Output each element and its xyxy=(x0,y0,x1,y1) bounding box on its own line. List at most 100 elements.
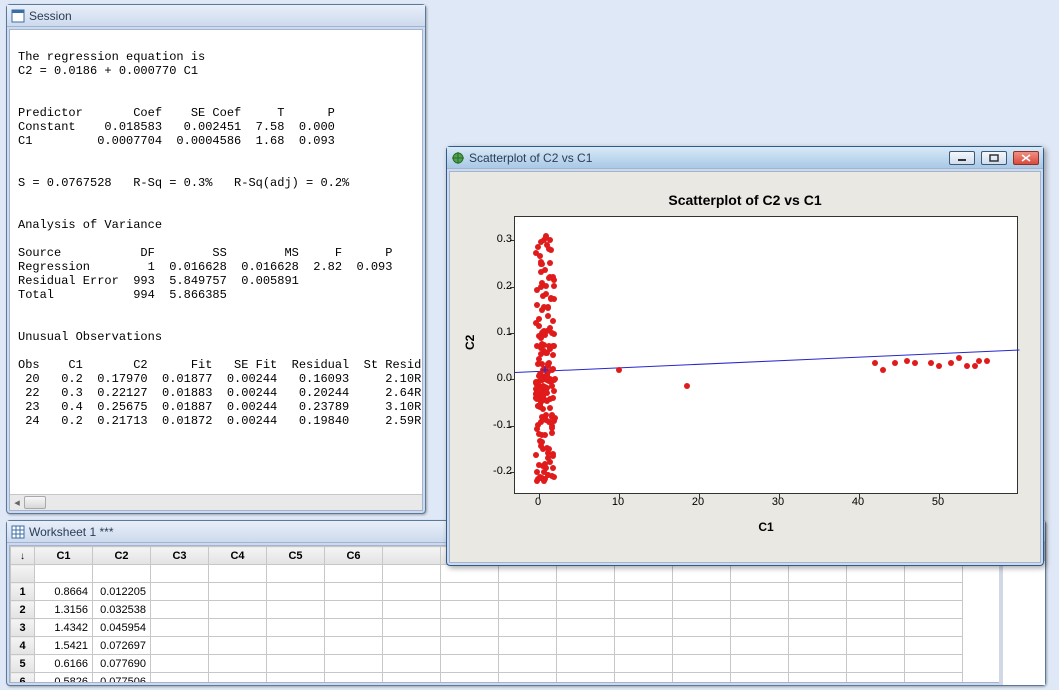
cell[interactable] xyxy=(383,601,441,619)
cell[interactable] xyxy=(383,673,441,684)
cell[interactable]: 0.072697 xyxy=(93,637,151,655)
cell[interactable] xyxy=(847,619,905,637)
cell[interactable]: 1.3156 xyxy=(35,601,93,619)
cell[interactable] xyxy=(151,583,209,601)
cell[interactable] xyxy=(151,637,209,655)
cell[interactable] xyxy=(731,637,789,655)
cell[interactable] xyxy=(673,673,731,684)
cell[interactable] xyxy=(383,583,441,601)
cell[interactable]: 0.012205 xyxy=(93,583,151,601)
row-header[interactable]: 1 xyxy=(11,583,35,601)
cell[interactable] xyxy=(731,655,789,673)
table-row[interactable]: 31.43420.045954 xyxy=(11,619,963,637)
cell[interactable] xyxy=(789,655,847,673)
cell[interactable] xyxy=(905,673,963,684)
cell[interactable] xyxy=(325,583,383,601)
cell[interactable] xyxy=(499,619,557,637)
cell[interactable] xyxy=(615,601,673,619)
scatterplot-window[interactable]: Scatterplot of C2 vs C1 Scatterplot of C… xyxy=(446,146,1044,566)
col-header[interactable]: C2 xyxy=(93,547,151,565)
cell[interactable] xyxy=(383,655,441,673)
table-row[interactable]: 41.54210.072697 xyxy=(11,637,963,655)
cell[interactable] xyxy=(615,619,673,637)
cell[interactable] xyxy=(267,619,325,637)
cell[interactable] xyxy=(209,601,267,619)
cell[interactable] xyxy=(847,655,905,673)
cell[interactable] xyxy=(905,637,963,655)
cell[interactable]: 0.6166 xyxy=(35,655,93,673)
row-header[interactable]: 3 xyxy=(11,619,35,637)
cell[interactable] xyxy=(731,601,789,619)
cell[interactable] xyxy=(615,637,673,655)
cell[interactable] xyxy=(441,655,499,673)
cell[interactable] xyxy=(789,601,847,619)
col-header[interactable]: C1 xyxy=(35,547,93,565)
cell[interactable]: 0.045954 xyxy=(93,619,151,637)
cell[interactable] xyxy=(905,583,963,601)
cell[interactable]: 1.4342 xyxy=(35,619,93,637)
cell[interactable] xyxy=(731,583,789,601)
row-header[interactable]: 5 xyxy=(11,655,35,673)
session-hscrollbar[interactable]: ◂ xyxy=(10,494,422,510)
cell[interactable] xyxy=(499,673,557,684)
cell[interactable] xyxy=(905,601,963,619)
cell[interactable] xyxy=(151,619,209,637)
cell[interactable]: 0.077690 xyxy=(93,655,151,673)
cell[interactable] xyxy=(847,637,905,655)
session-output[interactable]: The regression equation is C2 = 0.0186 +… xyxy=(10,30,422,434)
cell[interactable] xyxy=(209,655,267,673)
cell[interactable] xyxy=(383,619,441,637)
worksheet-grid[interactable]: ↓ C1 C2 C3 C4 C5 C6 xyxy=(10,546,963,683)
cell[interactable] xyxy=(267,601,325,619)
cell[interactable] xyxy=(557,619,615,637)
col-header[interactable]: C4 xyxy=(209,547,267,565)
cell[interactable] xyxy=(673,655,731,673)
cell[interactable] xyxy=(615,673,673,684)
scroll-left-arrow[interactable]: ◂ xyxy=(10,496,24,510)
col-header[interactable]: C3 xyxy=(151,547,209,565)
cell[interactable] xyxy=(325,637,383,655)
cell[interactable] xyxy=(499,655,557,673)
cell[interactable] xyxy=(731,673,789,684)
minimize-button[interactable] xyxy=(949,151,975,165)
cell[interactable] xyxy=(151,655,209,673)
col-header[interactable]: C6 xyxy=(325,547,383,565)
cell[interactable] xyxy=(789,673,847,684)
session-titlebar[interactable]: Session xyxy=(7,5,425,27)
table-row[interactable]: 50.61660.077690 xyxy=(11,655,963,673)
cell[interactable] xyxy=(267,637,325,655)
cell[interactable] xyxy=(905,619,963,637)
cell[interactable]: 0.8664 xyxy=(35,583,93,601)
table-row[interactable]: 60.58260.077506 xyxy=(11,673,963,684)
cell[interactable] xyxy=(325,655,383,673)
cell[interactable] xyxy=(267,673,325,684)
table-row[interactable]: 21.31560.032538 xyxy=(11,601,963,619)
cell[interactable] xyxy=(209,619,267,637)
session-window[interactable]: Session The regression equation is C2 = … xyxy=(6,4,426,514)
cell[interactable] xyxy=(209,637,267,655)
cell[interactable] xyxy=(615,655,673,673)
cell[interactable] xyxy=(441,619,499,637)
scatter-titlebar[interactable]: Scatterplot of C2 vs C1 xyxy=(447,147,1043,169)
cell[interactable] xyxy=(441,583,499,601)
row-marker-header[interactable]: ↓ xyxy=(11,547,35,565)
col-header[interactable] xyxy=(383,547,441,565)
cell[interactable] xyxy=(557,601,615,619)
cell[interactable] xyxy=(557,637,615,655)
cell[interactable] xyxy=(731,619,789,637)
cell[interactable] xyxy=(325,601,383,619)
maximize-button[interactable] xyxy=(981,151,1007,165)
row-header[interactable]: 2 xyxy=(11,601,35,619)
cell[interactable] xyxy=(847,583,905,601)
cell[interactable] xyxy=(267,655,325,673)
cell[interactable] xyxy=(209,583,267,601)
plot-frame[interactable] xyxy=(514,216,1018,494)
cell[interactable] xyxy=(673,619,731,637)
cell[interactable] xyxy=(557,655,615,673)
cell[interactable]: 0.032538 xyxy=(93,601,151,619)
row-header[interactable]: 4 xyxy=(11,637,35,655)
cell[interactable] xyxy=(673,583,731,601)
chart-area[interactable]: Scatterplot of C2 vs C1 C2 C1 -0.2-0.10.… xyxy=(460,190,1030,540)
row-header[interactable]: 6 xyxy=(11,673,35,684)
cell[interactable] xyxy=(441,637,499,655)
